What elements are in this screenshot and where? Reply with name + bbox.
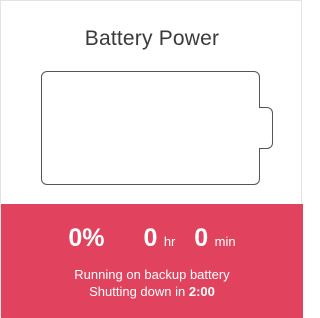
status-panel: 0% 0 hr 0 min Running on backup battery …: [1, 204, 303, 318]
status-message: Running on backup battery Shutting down …: [1, 266, 303, 300]
battery-body: [41, 71, 260, 185]
minutes-unit: min: [214, 234, 236, 249]
battery-terminal: [259, 107, 273, 149]
shutdown-prefix: Shutting down in: [89, 284, 189, 299]
hours-value: 0: [143, 224, 158, 252]
card-title: Battery Power: [84, 27, 220, 50]
minutes-value: 0: [194, 224, 209, 252]
status-line-backup: Running on backup battery: [74, 267, 230, 282]
battery-power-card: Battery Power 0% 0 hr 0 min Running on b…: [0, 0, 303, 318]
runtime-stats: 0% 0 hr 0 min: [1, 224, 303, 253]
shutdown-countdown: 2:00: [188, 284, 215, 299]
battery-icon: [41, 71, 273, 185]
status-line-shutdown: Shutting down in 2:00: [1, 283, 303, 300]
hours-unit: hr: [163, 234, 176, 249]
charge-percent: 0%: [68, 224, 105, 252]
